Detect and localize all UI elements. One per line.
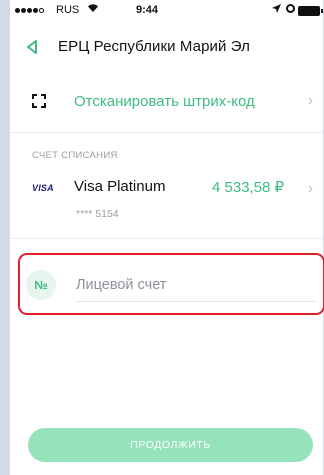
chevron-right-icon: › bbox=[308, 180, 313, 197]
phone-screen: RUS 9:44 ЕРЦ Республики Марий Эл Отскани… bbox=[10, 0, 324, 475]
alarm-icon bbox=[286, 4, 295, 13]
chevron-left-icon[interactable] bbox=[26, 40, 38, 54]
debit-account-section-label: СЧЕТ СПИСАНИЯ bbox=[32, 150, 118, 161]
number-sign-icon: № bbox=[26, 270, 56, 300]
divider bbox=[10, 238, 323, 239]
debit-account-selector[interactable]: VISA Visa Platinum **** 5154 4 533,58 ₽ … bbox=[10, 170, 323, 230]
scan-barcode-row[interactable]: Отсканировать штрих-код › bbox=[10, 80, 323, 124]
carrier-name: RUS bbox=[56, 4, 80, 16]
divider bbox=[10, 132, 323, 133]
page-title: ЕРЦ Республики Марий Эл bbox=[58, 38, 251, 55]
status-bar: RUS 9:44 bbox=[10, 0, 323, 22]
visa-logo-icon: VISA bbox=[32, 183, 54, 193]
signal-strength-icon bbox=[15, 8, 44, 13]
location-arrow-icon bbox=[272, 4, 281, 16]
status-time: 9:44 bbox=[136, 4, 159, 16]
scan-barcode-label: Отсканировать штрих-код bbox=[74, 93, 255, 110]
personal-account-field: № bbox=[10, 262, 323, 308]
barcode-scan-icon bbox=[32, 94, 46, 108]
card-balance: 4 533,58 ₽ bbox=[212, 179, 285, 196]
battery-icon bbox=[298, 6, 323, 16]
wifi-icon bbox=[87, 3, 99, 16]
continue-button[interactable]: ПРОДОЛЖИТЬ bbox=[28, 428, 313, 462]
card-number: **** 5154 bbox=[76, 208, 119, 220]
navigation-bar: ЕРЦ Республики Марий Эл bbox=[10, 26, 323, 66]
personal-account-input[interactable] bbox=[76, 274, 318, 302]
chevron-right-icon: › bbox=[308, 92, 313, 109]
card-name: Visa Platinum bbox=[74, 178, 166, 195]
